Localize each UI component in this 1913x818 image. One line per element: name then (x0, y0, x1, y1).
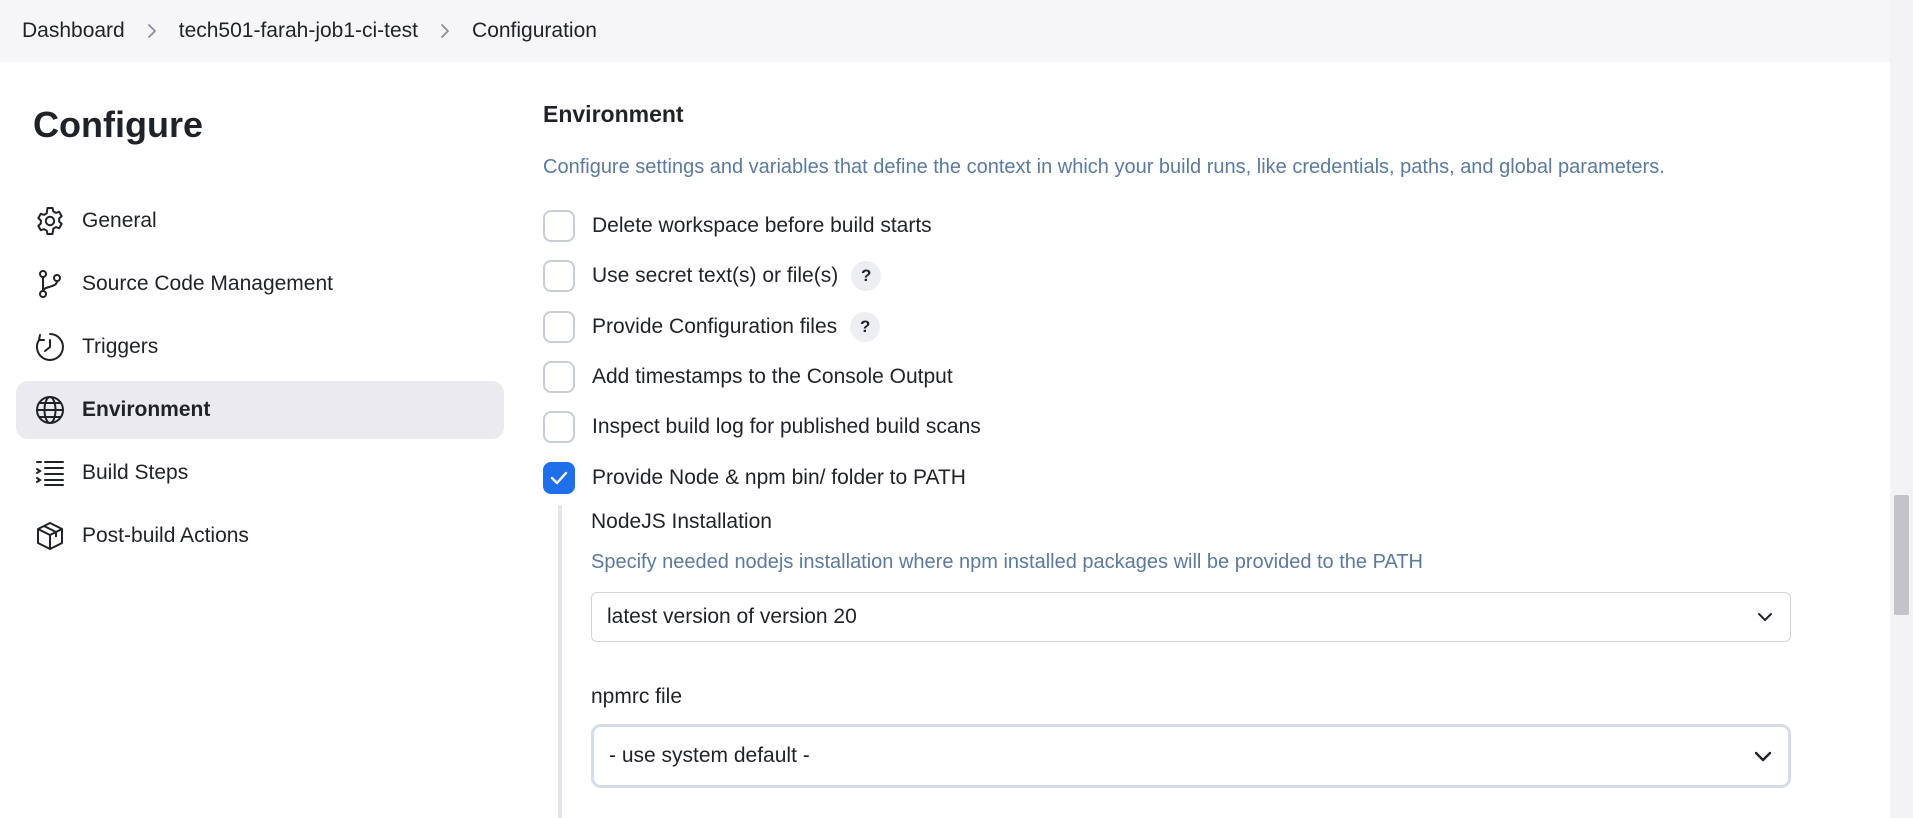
scrollbar-thumb[interactable] (1894, 495, 1909, 615)
checkmark-icon (550, 471, 568, 485)
sidebar-item-label: Environment (82, 398, 211, 421)
sidebar-item-label: Triggers (82, 335, 159, 358)
list-steps-icon (34, 457, 66, 489)
sidebar-item-environment[interactable]: Environment (16, 381, 504, 439)
sidebar-item-label: Build Steps (82, 461, 189, 484)
help-icon[interactable]: ? (850, 312, 881, 342)
sidebar-item-build-steps[interactable]: Build Steps (16, 444, 504, 502)
nodejs-installation-select[interactable]: latest version of version 20 (591, 592, 1791, 642)
section-title: Environment (543, 101, 684, 127)
sidebar-item-label: General (82, 209, 157, 232)
sidebar-item-post-build-actions[interactable]: Post-build Actions (16, 507, 504, 565)
option-label[interactable]: Provide Configuration files (592, 315, 837, 339)
chevron-down-icon (1754, 606, 1776, 628)
npmrc-file-label: npmrc file (591, 685, 683, 708)
option-add-timestamps: Add timestamps to the Console Output (543, 360, 953, 394)
nested-options-rule (558, 505, 562, 818)
sidebar-item-label: Post-build Actions (82, 524, 249, 547)
sidebar-nav: General Source Code Management Triggers (16, 192, 504, 570)
breadcrumb: Dashboard tech501-farah-job1-ci-test Con… (0, 0, 1890, 62)
breadcrumb-configuration: Configuration (472, 19, 597, 42)
option-label[interactable]: Use secret text(s) or file(s) (592, 264, 838, 288)
option-inspect-build-log: Inspect build log for published build sc… (543, 410, 981, 444)
option-label[interactable]: Delete workspace before build starts (592, 214, 932, 238)
option-delete-workspace: Delete workspace before build starts (543, 209, 932, 243)
clock-icon (34, 331, 66, 363)
sidebar-item-triggers[interactable]: Triggers (16, 318, 504, 376)
checkbox[interactable] (543, 260, 575, 292)
checkbox[interactable] (543, 411, 575, 443)
select-value: - use system default - (609, 744, 810, 767)
package-icon (34, 520, 66, 552)
breadcrumb-dashboard[interactable]: Dashboard (22, 19, 125, 43)
nodejs-installation-label: NodeJS Installation (591, 510, 772, 533)
git-branch-icon (34, 268, 66, 300)
section-description: Configure settings and variables that de… (543, 156, 1665, 178)
option-provide-node-npm: Provide Node & npm bin/ folder to PATH (543, 461, 966, 495)
sidebar-item-label: Source Code Management (82, 272, 333, 295)
checkbox[interactable] (543, 210, 575, 242)
chevron-right-icon (418, 19, 472, 43)
checkbox-checked[interactable] (543, 462, 575, 494)
option-use-secret: Use secret text(s) or file(s) ? (543, 259, 882, 293)
option-label[interactable]: Inspect build log for published build sc… (592, 415, 981, 439)
sidebar-item-general[interactable]: General (16, 192, 504, 250)
npmrc-file-select[interactable]: - use system default - (591, 724, 1791, 788)
help-icon[interactable]: ? (851, 261, 882, 291)
option-label[interactable]: Provide Node & npm bin/ folder to PATH (592, 466, 966, 490)
sidebar-item-source-code-management[interactable]: Source Code Management (16, 255, 504, 313)
chevron-right-icon (125, 19, 179, 43)
checkbox[interactable] (543, 311, 575, 343)
globe-icon (34, 394, 66, 426)
breadcrumb-job[interactable]: tech501-farah-job1-ci-test (179, 19, 418, 43)
page-scrollbar[interactable] (1890, 0, 1913, 818)
page-title: Configure (33, 104, 203, 145)
select-value: latest version of version 20 (607, 605, 857, 628)
option-provide-config-files: Provide Configuration files ? (543, 310, 881, 344)
checkbox[interactable] (543, 361, 575, 393)
nodejs-installation-description: Specify needed nodejs installation where… (591, 551, 1423, 573)
option-label[interactable]: Add timestamps to the Console Output (592, 365, 953, 389)
chevron-down-icon (1752, 745, 1774, 767)
gear-icon (34, 205, 66, 237)
